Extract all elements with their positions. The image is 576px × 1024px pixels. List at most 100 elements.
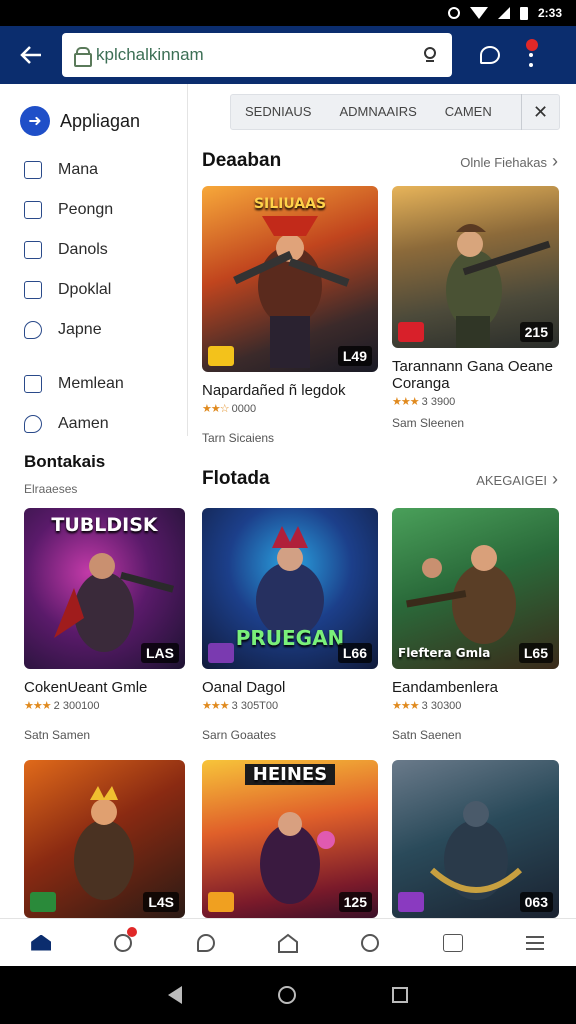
studio-logo-icon [208,892,234,912]
game-art [233,216,350,368]
game-card[interactable]: 215 Tarannann Gana Oeane Coranga ★★★ 3 3… [392,186,559,430]
game-developer: Tarn Sicaiens [202,431,275,445]
game-developer: Sam Sleenen [392,416,465,430]
sidebar-item-mana[interactable]: Mana [0,150,187,190]
status-bar: 2:33 [0,0,576,26]
calendar-icon [24,161,42,179]
game-developer: Sarn Goaates [202,728,277,742]
section-header-flotada: Flotada AKEGAIGEI [202,468,558,490]
game-card[interactable]: SILIUAAS L49 Napardañed ñ legdok ★★☆ 000… [202,186,378,445]
back-button[interactable] [0,26,62,84]
game-card[interactable]: 063 [392,760,559,918]
age-badge: 125 [338,892,372,912]
game-rating: ★★★ 3 3900 [392,396,456,408]
sidebar-item-aamen[interactable]: Aamen [0,404,187,444]
game-title-art: SILIUAAS [253,196,327,212]
game-thumbnail[interactable]: 215 [392,186,559,348]
game-thumbnail[interactable]: PRUEGAN L66 [202,508,378,669]
system-back-icon[interactable] [168,986,182,1004]
studio-logo-icon [208,346,234,366]
section-header-deaaban: Deaaban Olnle Fiehakas [202,150,558,172]
game-title-art: TUBLDISK [51,514,158,536]
section-title: Bontakais [24,452,106,471]
nav-search-square-button[interactable] [433,923,473,963]
game-card[interactable]: PRUEGAN L66 Oanal Dagol ★★★ 3 305T00 Sar… [202,508,378,742]
studio-logo-icon [30,892,56,912]
search-bar[interactable] [62,33,452,77]
more-menu-button[interactable] [526,39,538,67]
chip-sedniaus[interactable]: SEDNIAUS [231,94,325,130]
game-thumbnail[interactable]: TUBLDISK LAS [24,508,185,669]
game-thumbnail[interactable]: HEINES 125 [202,760,378,918]
studio-logo-icon [398,322,424,342]
filter-chip-bar: SEDNIAUS ADMNAAIRS CAMEN ✕ [230,94,560,130]
gamepad-icon [24,415,42,433]
game-title: Tarannann Gana Oeane Coranga [392,358,553,392]
chip-admnaairs[interactable]: ADMNAAIRS [325,94,430,130]
section-title: Flotada [202,468,270,489]
nav-menu-button[interactable] [515,923,555,963]
search-input[interactable] [96,45,414,65]
close-icon[interactable]: ✕ [521,94,559,130]
game-title: Eandambenlera [392,679,498,696]
notification-badge [127,926,138,937]
game-card[interactable]: L4S [24,760,185,918]
app-logo-icon: ➜ [20,106,50,136]
studio-logo-icon [398,892,424,912]
game-rating: ★★★ 2 300100 [24,700,100,712]
section-header-bontakais: Bontakais Elraaeses [24,452,184,496]
edit-icon [24,281,42,299]
nav-chat-button[interactable] [186,923,226,963]
navigation-drawer: ➜ Appliagan Mana Peongn Danols Dpoklal J… [0,84,188,436]
game-title: Oanal Dagol [202,679,286,696]
status-time: 2:33 [537,6,562,20]
game-developer: Satn Samen [24,728,91,742]
drawer-header: ➜ Appliagan [0,84,187,144]
search-icon[interactable] [422,46,440,64]
game-thumbnail[interactable]: SILIUAAS L49 [202,186,378,372]
nav-clock-button[interactable] [350,923,390,963]
section-see-more-link[interactable]: Olnle Fiehakas [460,151,558,172]
sidebar-item-memlean[interactable]: Memlean [0,364,187,404]
chat-icon[interactable] [480,46,500,64]
age-badge: 063 [519,892,553,912]
nav-search-button[interactable] [103,923,143,963]
game-thumbnail[interactable]: 063 [392,760,559,918]
wifi-icon [469,7,488,19]
game-thumbnail[interactable]: Fleftera Gmla L65 [392,508,559,669]
age-badge: L4S [143,892,179,912]
game-rating: ★★★ 3 30300 [392,700,462,712]
battery-icon [519,6,528,20]
studio-logo-icon [208,643,234,663]
house-icon [277,933,298,953]
game-card[interactable]: Fleftera Gmla L65 Eandambenlera ★★★ 3 30… [392,508,559,742]
chip-camen[interactable]: CAMEN [431,94,506,130]
age-badge: L65 [518,643,553,663]
clock-icon [361,933,380,952]
section-see-more-link[interactable]: AKEGAIGEI [476,469,558,490]
age-badge: L66 [337,643,372,663]
chat-bubble-icon [24,321,42,339]
game-rating: ★★★ 3 305T00 [202,700,279,712]
nav-home-button[interactable] [21,923,61,963]
sidebar-item-danols[interactable]: Danols [0,230,187,270]
age-badge: LAS [141,643,179,663]
sidebar-item-peongn[interactable]: Peongn [0,190,187,230]
system-home-icon[interactable] [278,986,296,1004]
game-title: CokenUeant Gmle [24,679,148,696]
game-rating: ★★☆ 0000 [202,403,257,415]
game-card[interactable]: TUBLDISK LAS CokenUeant Gmle ★★★ 2 30010… [24,508,185,742]
nav-house-button[interactable] [268,923,308,963]
age-badge: L49 [337,346,372,366]
document-icon [24,241,42,259]
drawer-title: Appliagan [60,110,141,131]
game-card[interactable]: HEINES 125 [202,760,378,918]
system-recents-icon[interactable] [392,987,408,1003]
sidebar-item-japne[interactable]: Japne [0,310,187,350]
game-thumbnail[interactable]: L4S [24,760,185,918]
game-developer: Satn Saenen [392,728,462,742]
page-icon [24,201,42,219]
system-navigation-bar [0,966,576,1024]
home-icon [31,934,52,951]
sidebar-item-dpoklal[interactable]: Dpoklal [0,270,187,310]
